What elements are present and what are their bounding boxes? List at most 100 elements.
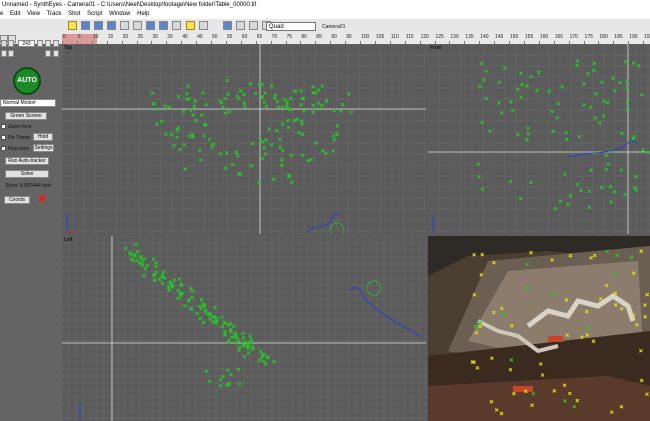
timeline-tick: 10 [92, 34, 99, 40]
menu-track[interactable]: Track [47, 10, 62, 19]
menu-window[interactable]: Window [109, 10, 130, 19]
settings-button[interactable]: Settings [33, 144, 54, 152]
motion-mode-select[interactable]: Normal Motion [0, 99, 56, 107]
menu-file[interactable]: e [0, 10, 3, 19]
timeline-tick: 155 [524, 34, 534, 40]
auto-button[interactable]: AUTO [13, 67, 41, 95]
timeline-tick: 195 [644, 34, 650, 40]
timeline-tick: 50 [212, 34, 218, 40]
on-tripod-checkbox[interactable] [1, 135, 6, 140]
pan-icon[interactable] [249, 21, 258, 30]
timeline-tick: 30 [152, 34, 158, 40]
end-icon[interactable] [53, 40, 59, 47]
timeline-tick: 150 [510, 34, 519, 40]
sigma-icon[interactable] [68, 21, 77, 30]
toolbar: Quad Camera01 [0, 19, 650, 35]
arrow-right-icon[interactable] [223, 21, 232, 30]
timeline-tick: 100 [361, 34, 370, 40]
graph-icon[interactable] [172, 21, 181, 30]
light-icon[interactable] [186, 21, 195, 30]
timeline-tick: 120 [420, 34, 429, 40]
timeline-tick: 140 [480, 34, 489, 40]
prev-key-icon[interactable] [1, 40, 7, 47]
coords-icon[interactable] [120, 21, 129, 30]
timeline-tick: 70 [271, 34, 278, 40]
solve-error-text: Error: 0.997444 hpix [6, 183, 52, 189]
back-icon[interactable] [8, 40, 14, 47]
fine-tune-label: Fine-tune [8, 146, 30, 152]
hold-button[interactable]: Hold [33, 133, 53, 141]
timeline-tick: 0 [63, 34, 66, 40]
timeline-tick: 160 [539, 34, 549, 40]
camera-label: Camera01 [322, 24, 346, 30]
timeline-tick: 90 [331, 34, 337, 40]
front-view-label: Front [430, 45, 442, 51]
lens-icon[interactable] [94, 21, 103, 30]
timeline-tick: 170 [569, 34, 578, 40]
timeline-tick: 85 [316, 34, 322, 40]
menu-shot[interactable]: Shot [68, 10, 80, 19]
timeline-tick: 60 [241, 34, 248, 40]
zoom-icon[interactable] [236, 21, 245, 30]
timeline-tick: 65 [256, 34, 263, 40]
solver-icon[interactable] [107, 21, 116, 30]
timeline-tick: 35 [167, 34, 173, 40]
left-view-label: Left [64, 237, 73, 243]
timeline-tick: 45 [197, 34, 203, 40]
on-tripod-label: On Tripod [8, 135, 30, 141]
feature-icon[interactable] [133, 21, 142, 30]
timeline-tick: 25 [137, 34, 144, 40]
timeline-tick: 115 [405, 34, 414, 40]
menu-script[interactable]: Script [87, 10, 102, 19]
phase-icon[interactable] [159, 21, 168, 30]
frame-input[interactable]: 243 [18, 40, 35, 47]
play-back-icon[interactable] [1, 50, 7, 57]
timeline-tick: 145 [495, 34, 504, 40]
menu-view[interactable]: View [27, 10, 40, 19]
tracker-icon[interactable] [81, 21, 90, 30]
camera-image [428, 236, 650, 421]
left-viewport[interactable]: Left [62, 236, 426, 421]
play-icon[interactable] [8, 50, 14, 57]
timeline-tick: 20 [122, 34, 129, 40]
front-viewport[interactable]: Front [428, 44, 650, 234]
fine-tune-checkbox[interactable] [1, 146, 6, 151]
menu-bar: e Edit View Track Shot Script Window Hel… [0, 10, 650, 19]
perspective-icon[interactable] [199, 21, 208, 30]
timeline-tick: 175 [584, 34, 593, 40]
menu-edit[interactable]: Edit [10, 10, 20, 19]
timeline-tick: 40 [182, 34, 188, 40]
left-grid [62, 236, 426, 421]
timeline-tick: 185 [614, 34, 623, 40]
timeline-tick: 165 [554, 34, 564, 40]
coords-button[interactable]: Coords [4, 196, 30, 204]
next-key-icon[interactable] [45, 40, 51, 47]
layout-select[interactable]: Quad [266, 22, 316, 31]
zoom-lens-label: Zoom lens [8, 124, 32, 130]
top-viewport[interactable]: Top [62, 44, 426, 234]
solve-button[interactable]: Solve [5, 170, 49, 178]
timeline-tick: 55 [226, 34, 233, 40]
title-bar: Unnamed - SynthEyes - Camera01 - C:\User… [0, 0, 650, 10]
timeline-tick: 75 [286, 34, 293, 40]
forward-icon[interactable] [37, 40, 43, 47]
top-grid [62, 44, 426, 234]
top-view-label: Top [64, 45, 73, 51]
menu-help[interactable]: Help [137, 10, 149, 19]
run-autotracker-button[interactable]: Run Auto-tracker [5, 157, 49, 165]
clear-icon[interactable]: ✖ [38, 195, 48, 205]
timeline-tick: 125 [435, 34, 444, 40]
grid-icon[interactable] [146, 21, 155, 30]
camera-viewport[interactable] [428, 236, 650, 421]
timeline-tick: 135 [465, 34, 474, 40]
viewport-background [62, 44, 426, 234]
green-screen-button[interactable]: Green Screen [5, 112, 47, 120]
timeline-tick: 15 [107, 34, 114, 40]
loop-icon[interactable] [45, 50, 51, 57]
zoom-lens-checkbox[interactable] [1, 124, 6, 129]
timeline-tick: 130 [450, 34, 459, 40]
stop-icon[interactable] [53, 50, 59, 57]
front-grid [428, 44, 650, 234]
timeline-tick: 180 [599, 34, 608, 40]
timeline-tick: 5 [77, 34, 81, 40]
